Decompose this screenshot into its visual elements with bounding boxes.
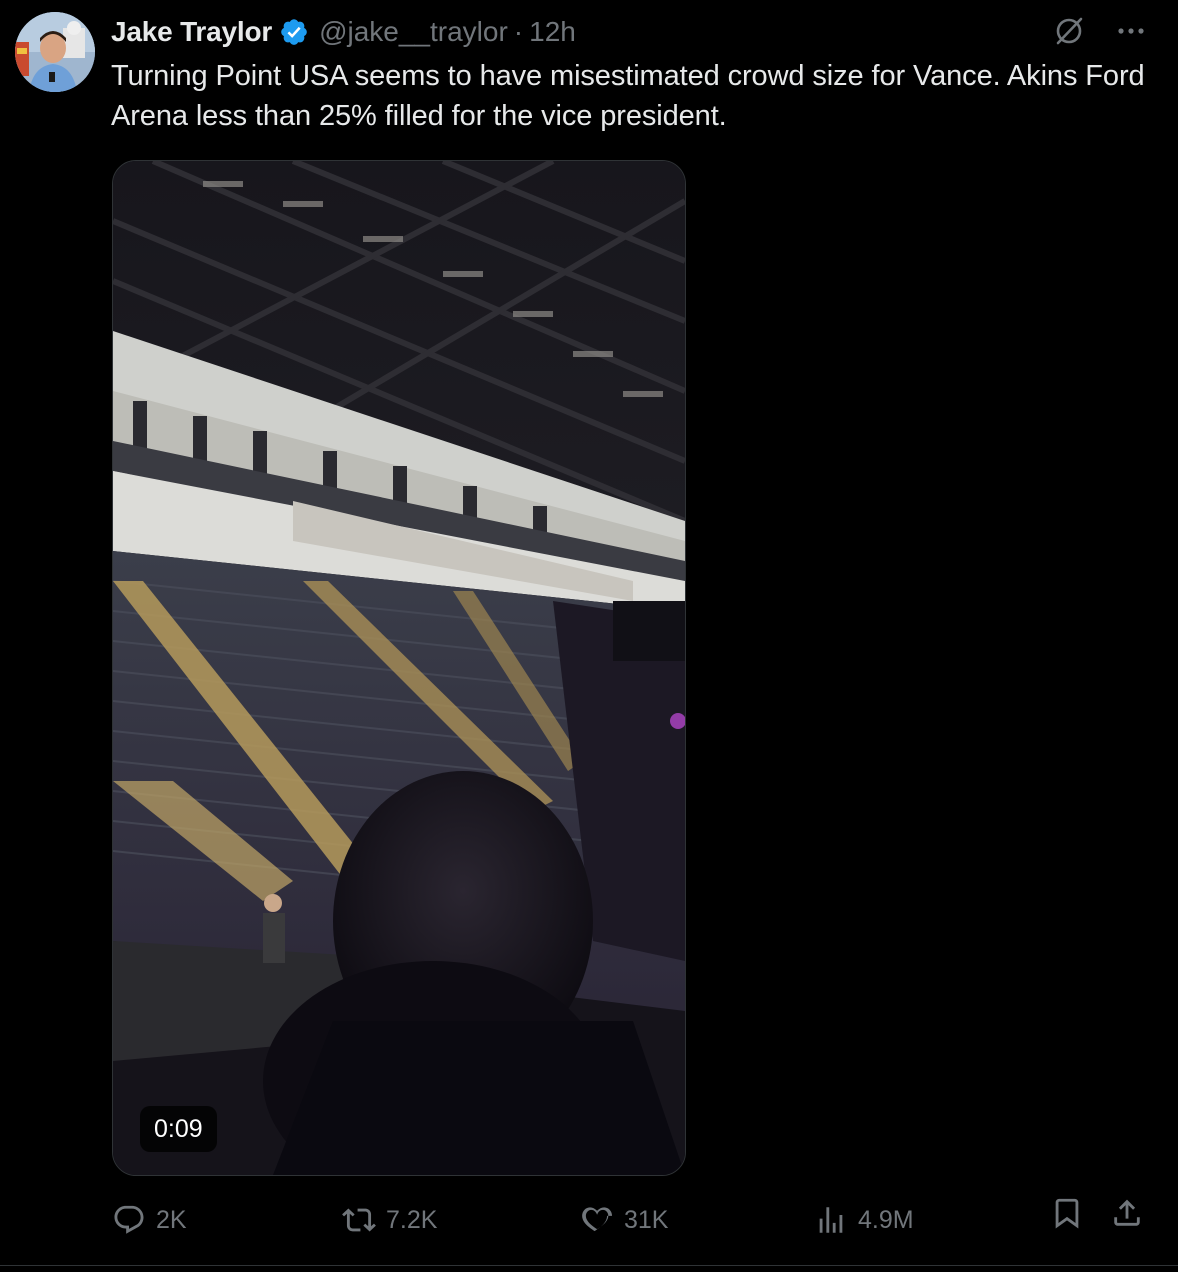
tweet-header: Jake Traylor @jake__traylor · 12h xyxy=(111,12,576,52)
more-icon[interactable] xyxy=(1114,14,1148,48)
like-button[interactable]: 31K xyxy=(580,1196,668,1244)
video-player[interactable] xyxy=(112,160,686,1176)
verified-badge-icon xyxy=(279,17,309,47)
views-icon xyxy=(819,1207,843,1233)
share-icon xyxy=(1114,1199,1140,1226)
repost-icon xyxy=(342,1208,376,1232)
tweet: Jake Traylor @jake__traylor · 12h Turnin xyxy=(0,0,1178,1272)
divider xyxy=(0,1265,1178,1266)
repost-button[interactable]: 7.2K xyxy=(342,1196,437,1244)
reply-button[interactable]: 2K xyxy=(112,1196,187,1244)
avatar[interactable] xyxy=(15,12,95,92)
bookmark-button[interactable] xyxy=(1050,1196,1094,1230)
reply-count: 2K xyxy=(156,1206,187,1234)
views-count: 4.9M xyxy=(858,1206,914,1234)
like-icon xyxy=(582,1207,613,1232)
avatar-image xyxy=(15,12,95,92)
reply-icon xyxy=(114,1205,144,1234)
tweet-top-actions xyxy=(1052,14,1148,48)
tweet-actions: 2K 7.2K 31K 4.9M xyxy=(0,1196,1178,1244)
video-duration-badge: 0:09 xyxy=(140,1106,217,1152)
repost-count: 7.2K xyxy=(386,1206,438,1234)
author-handle[interactable]: @jake__traylor xyxy=(319,16,508,48)
bookmark-icon xyxy=(1055,1198,1079,1229)
views-button[interactable]: 4.9M xyxy=(814,1196,914,1244)
grok-icon[interactable] xyxy=(1052,14,1086,48)
share-button[interactable] xyxy=(1110,1196,1154,1230)
like-count: 31K xyxy=(624,1206,669,1234)
video-frame xyxy=(113,161,685,1175)
separator-dot: · xyxy=(513,16,524,47)
tweet-text: Turning Point USA seems to have misestim… xyxy=(111,60,1145,132)
author-name[interactable]: Jake Traylor xyxy=(111,16,272,48)
timestamp[interactable]: 12h xyxy=(529,16,576,48)
